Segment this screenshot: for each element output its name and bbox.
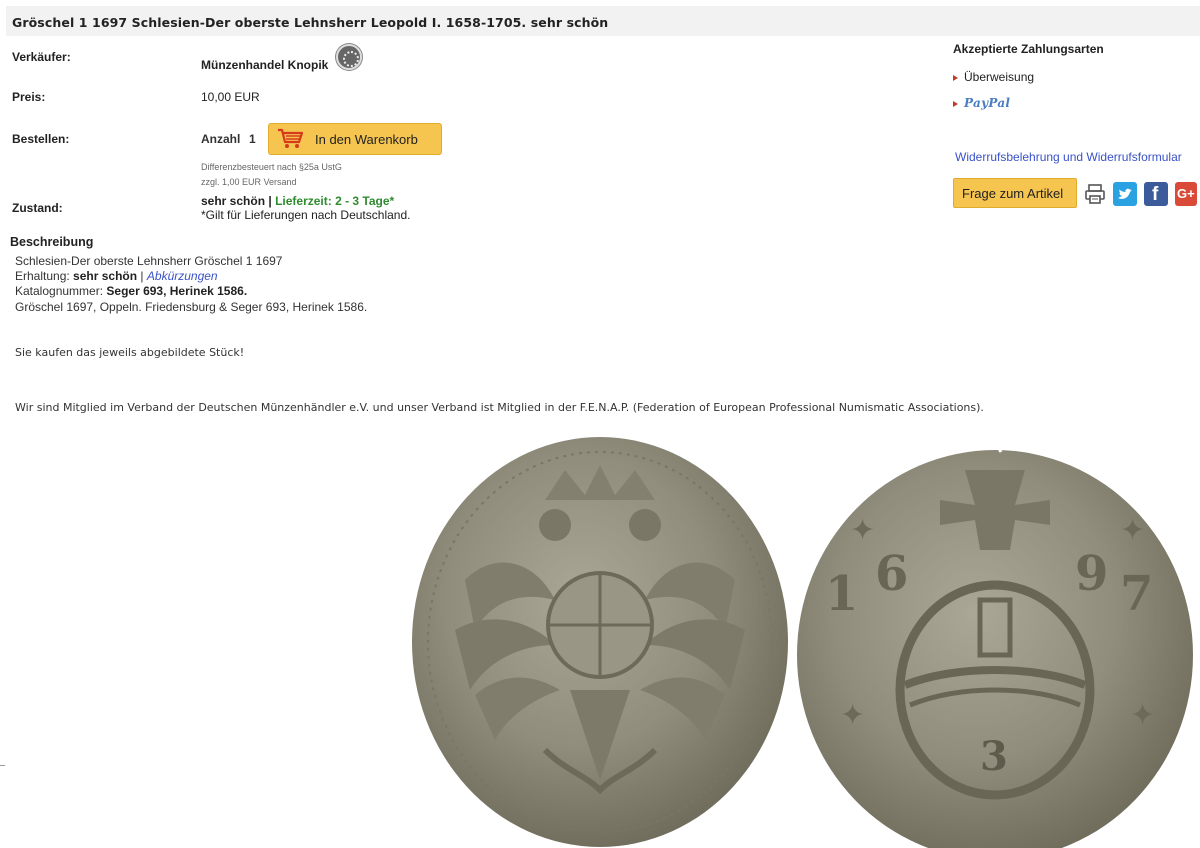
- abbreviations-link[interactable]: Abkürzungen: [147, 269, 218, 283]
- payment-method-label: Überweisung: [964, 70, 1035, 84]
- erhaltung-value: sehr schön: [73, 269, 138, 283]
- description-line-1: Schlesien-Der oberste Lehnsherr Gröschel…: [15, 254, 283, 268]
- bullet-icon: [953, 100, 958, 107]
- condition-value: sehr schön: [201, 194, 266, 208]
- delivery-time: Lieferzeit: 2 - 3 Tage*: [275, 194, 395, 208]
- question-button[interactable]: Frage zum Artikel: [953, 178, 1077, 208]
- katalog-label: Katalognummer:: [15, 284, 104, 298]
- membership-note: Wir sind Mitglied im Verband der Deutsch…: [15, 401, 984, 414]
- facebook-icon[interactable]: f: [1144, 182, 1168, 206]
- coin-obverse: [412, 437, 788, 847]
- payment-method-transfer: Überweisung: [953, 70, 1034, 84]
- description-katalog: Katalognummer: Seger 693, Herinek 1586.: [15, 284, 247, 298]
- erhaltung-separator: |: [140, 269, 144, 283]
- coin-value: 3: [980, 733, 1008, 780]
- coin-date-digit: 6: [875, 546, 908, 602]
- google-plus-icon[interactable]: G+: [1175, 182, 1197, 206]
- title-bar: Gröschel 1 1697 Schlesien-Der oberste Le…: [6, 6, 1200, 36]
- payment-method-paypal: PayPal: [953, 96, 1010, 110]
- coin-reverse: ✦ ✦ ✦ ✦ 1 6 9 7 3: [797, 434, 1193, 848]
- description-heading: Beschreibung: [10, 235, 94, 249]
- condition-separator: |: [268, 194, 272, 208]
- order-label: Bestellen:: [12, 132, 70, 146]
- delivery-note: *Gilt für Lieferungen nach Deutschland.: [201, 208, 411, 222]
- svg-text:✦: ✦: [850, 513, 875, 548]
- payment-title: Akzeptierte Zahlungsarten: [953, 42, 1104, 56]
- add-to-cart-label: In den Warenkorb: [315, 132, 418, 147]
- erhaltung-label: Erhaltung:: [15, 269, 70, 283]
- price-value: 10,00 EUR: [201, 90, 260, 104]
- description-erhaltung: Erhaltung: sehr schön | Abkürzungen: [15, 269, 218, 283]
- add-to-cart-button[interactable]: In den Warenkorb: [268, 123, 442, 155]
- svg-text:✦: ✦: [1130, 698, 1155, 733]
- item-title: Gröschel 1 1697 Schlesien-Der oberste Le…: [12, 15, 609, 30]
- coin-image: ✦ ✦ ✦ ✦ 1 6 9 7 3: [395, 430, 1200, 848]
- katalog-value: Seger 693, Herinek 1586.: [106, 284, 248, 298]
- withdrawal-link[interactable]: Widerrufsbelehrung und Widerrufsformular: [955, 150, 1182, 164]
- svg-text:✦: ✦: [840, 698, 865, 733]
- paypal-logo: PayPal: [964, 96, 1011, 110]
- coin-date-digit: 1: [825, 566, 858, 622]
- price-label: Preis:: [12, 90, 46, 104]
- seller-name[interactable]: Münzenhandel Knopik: [201, 58, 328, 72]
- cart-icon: [278, 128, 303, 148]
- condition-line: sehr schön | Lieferzeit: 2 - 3 Tage*: [201, 194, 394, 208]
- payment-panel: Akzeptierte Zahlungsarten Überweisung Pa…: [953, 42, 1198, 208]
- svg-text:✦: ✦: [1120, 513, 1145, 548]
- condition-label: Zustand:: [12, 201, 63, 215]
- twitter-icon[interactable]: [1113, 182, 1137, 206]
- coin-date-digit: 7: [1120, 566, 1153, 622]
- edge-mark: [0, 765, 5, 766]
- piece-note: Sie kaufen das jeweils abgebildete Stück…: [15, 346, 245, 359]
- description-line-4: Gröschel 1697, Oppeln. Friedensburg & Se…: [15, 300, 368, 314]
- print-icon[interactable]: [1083, 182, 1107, 206]
- seller-badge-icon: [336, 44, 362, 70]
- quantity-label: Anzahl: [201, 132, 241, 146]
- bullet-icon: [953, 74, 958, 81]
- shipping-note: zzgl. 1,00 EUR Versand: [201, 177, 297, 187]
- tax-note: Differenzbesteuert nach §25a UstG: [201, 162, 342, 172]
- coin-date-digit: 9: [1075, 546, 1108, 602]
- seller-label: Verkäufer:: [12, 50, 71, 64]
- quantity-value[interactable]: 1: [249, 132, 256, 146]
